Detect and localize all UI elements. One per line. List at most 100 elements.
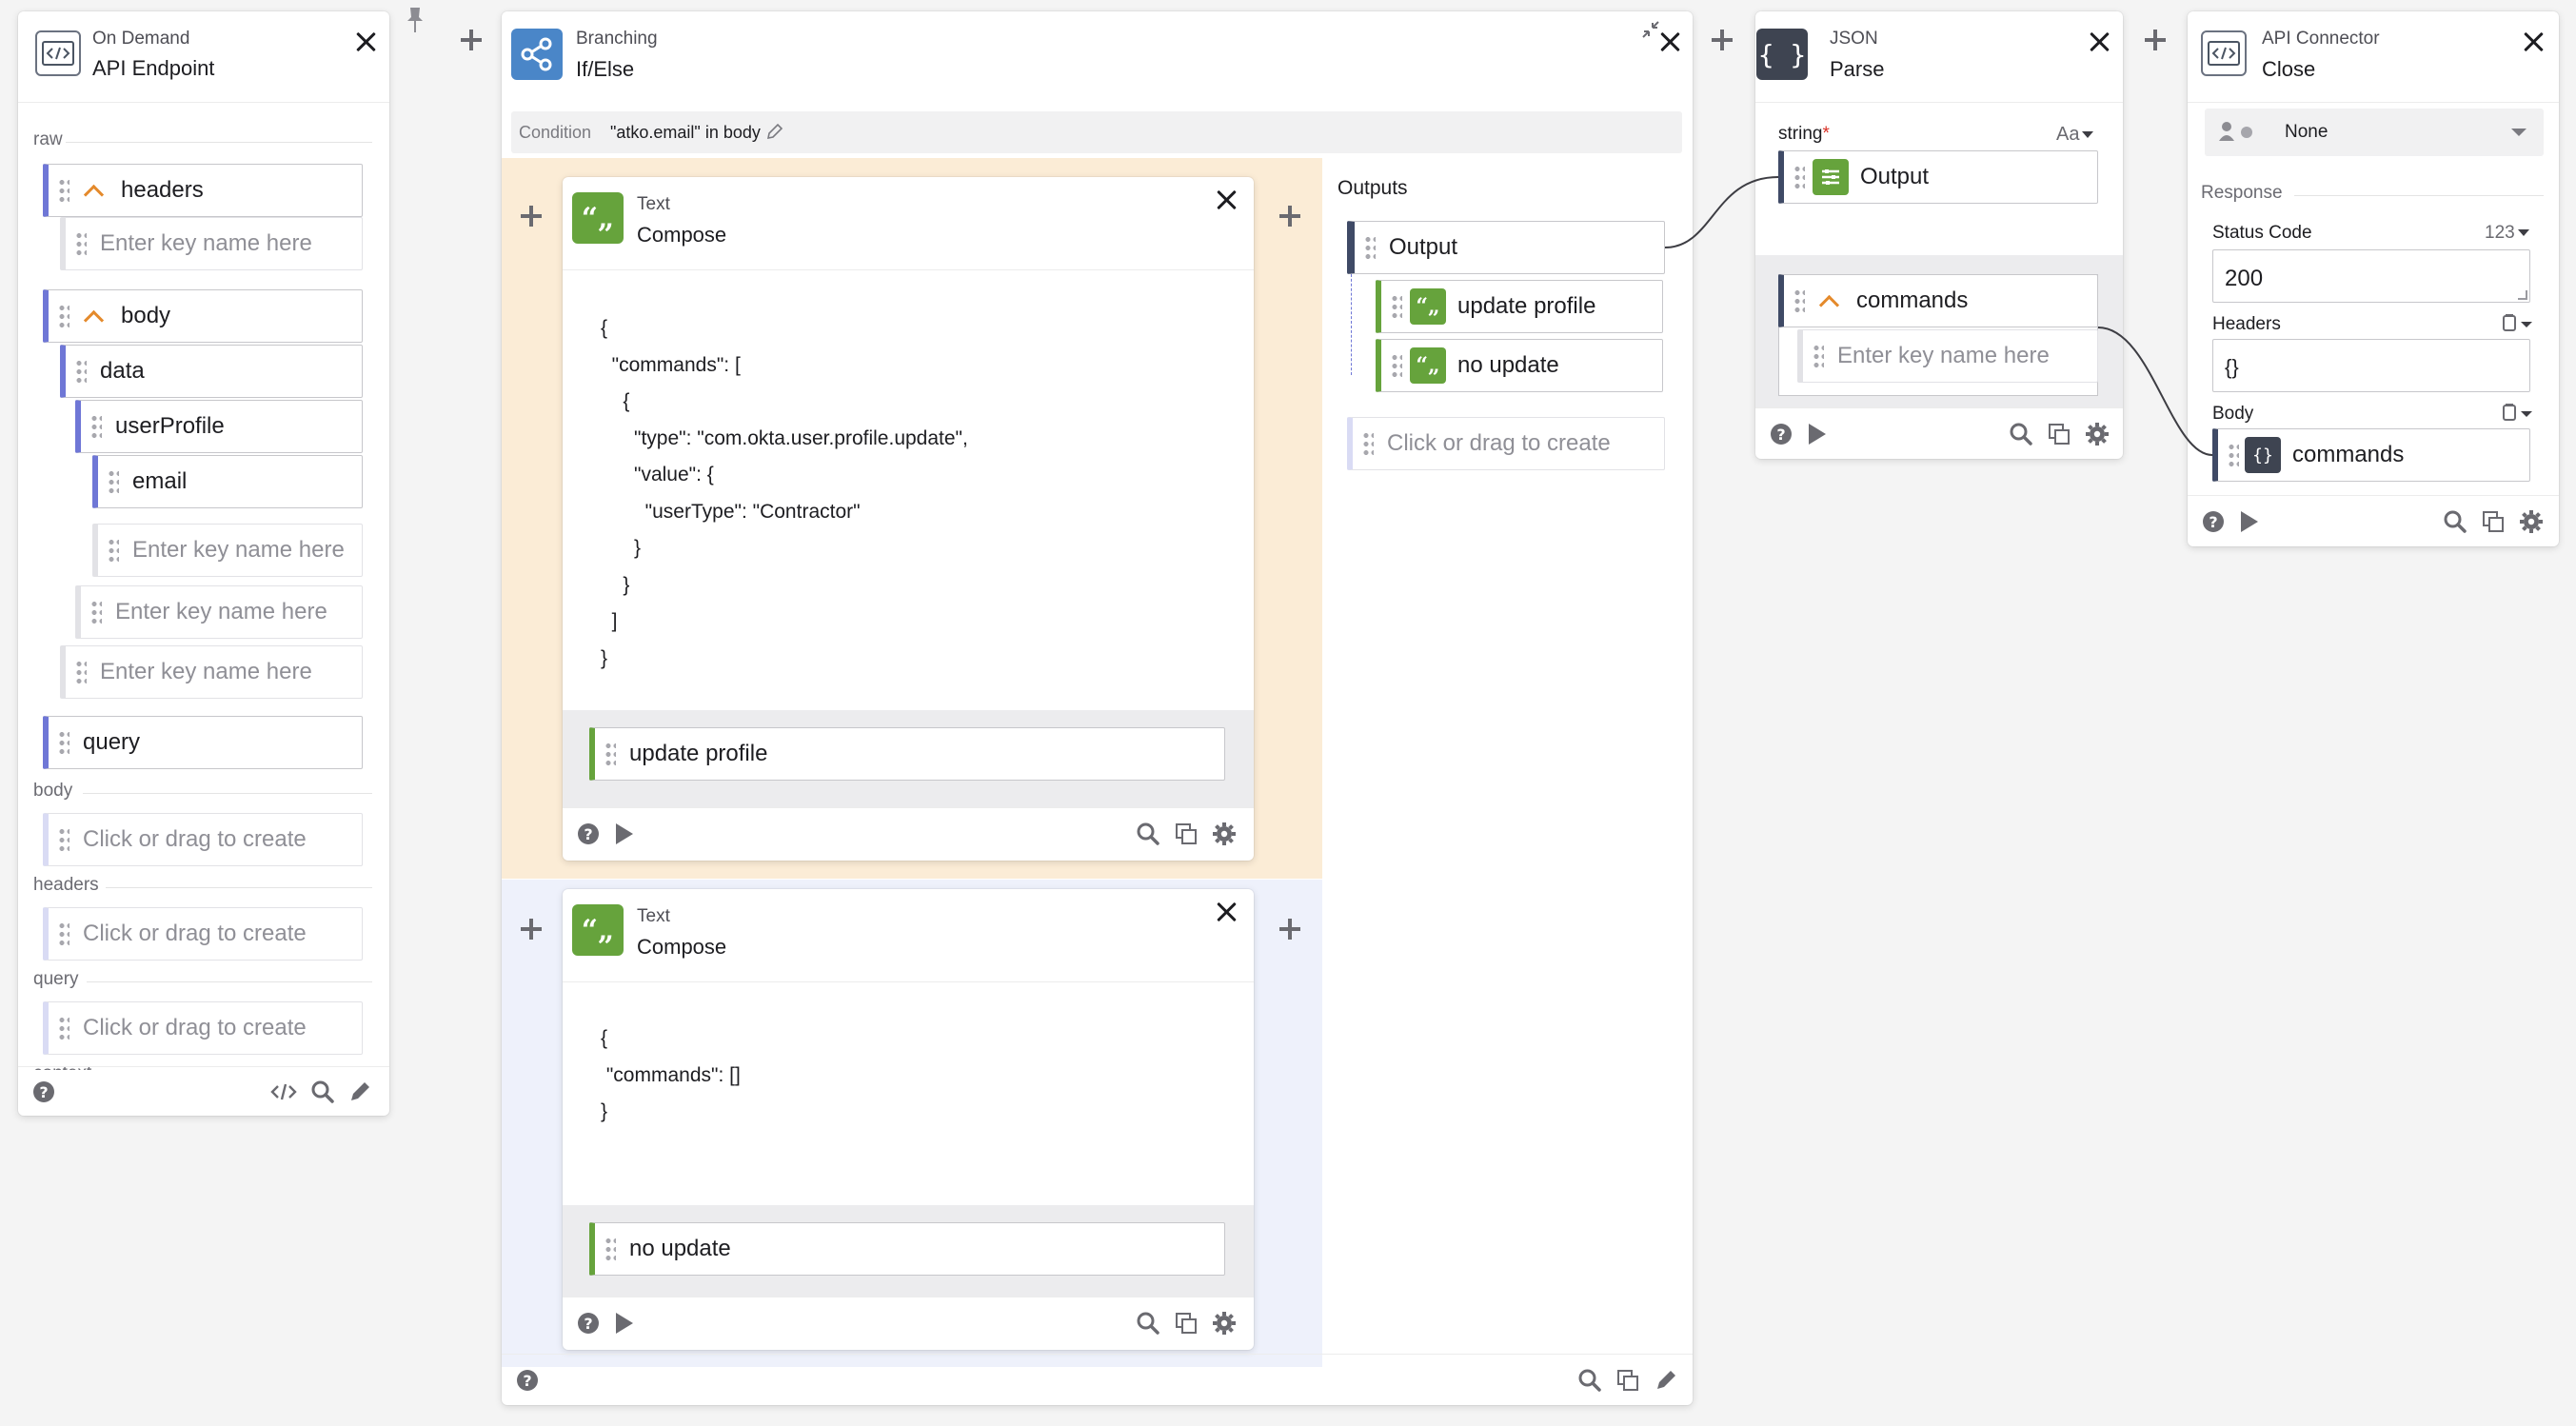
drag-handle-icon[interactable]	[90, 414, 102, 439]
status-type-toggle[interactable]: 123	[2485, 223, 2529, 244]
headers-input[interactable]: {}	[2212, 339, 2530, 392]
pin-icon[interactable]	[405, 6, 426, 34]
edit-icon[interactable]	[346, 1078, 374, 1106]
add-after-button[interactable]	[1279, 206, 1300, 227]
condition-bar[interactable]: Condition "atko.email" in body	[511, 111, 1682, 153]
drag-handle-icon[interactable]	[1813, 344, 1824, 368]
body-new-key-field[interactable]: Enter key name here	[60, 645, 363, 699]
email-field[interactable]: email	[92, 455, 363, 508]
no-update-output[interactable]: “„ no update	[1376, 339, 1663, 392]
connection-select[interactable]: None	[2205, 109, 2544, 156]
compose-output-field[interactable]: no update	[589, 1222, 1225, 1276]
drag-handle-icon[interactable]	[58, 304, 69, 328]
drag-handle-icon[interactable]	[58, 178, 69, 203]
body-field[interactable]: body	[43, 289, 363, 343]
data-field[interactable]: data	[60, 345, 363, 398]
body-input[interactable]: {} commands	[2212, 428, 2530, 482]
close-icon[interactable]	[1657, 29, 1684, 55]
help-icon[interactable]: ?	[2199, 507, 2228, 536]
body-create-field[interactable]: Click or drag to create	[43, 813, 363, 866]
collapse-caret-icon[interactable]	[83, 309, 104, 323]
data-new-key-field[interactable]: Enter key name here	[75, 585, 363, 639]
add-card-button[interactable]	[1712, 30, 1733, 50]
help-icon[interactable]: ?	[513, 1366, 542, 1395]
close-icon[interactable]	[1214, 187, 1240, 213]
gear-icon[interactable]	[1210, 820, 1238, 848]
commands-new-key-field[interactable]: Enter key name here	[1797, 329, 2098, 383]
pencil-icon[interactable]	[766, 123, 783, 145]
drag-handle-icon[interactable]	[108, 538, 119, 563]
copy-icon[interactable]	[2045, 420, 2073, 448]
compose-text-editor[interactable]: { "commands": []}	[601, 1020, 741, 1131]
search-icon[interactable]	[1134, 1309, 1162, 1337]
status-code-input[interactable]: 200	[2212, 249, 2530, 303]
play-icon[interactable]	[610, 1309, 639, 1337]
search-icon[interactable]	[308, 1078, 337, 1106]
userprofile-new-key-field[interactable]: Enter key name here	[92, 524, 363, 577]
resize-handle-icon[interactable]	[2518, 290, 2527, 300]
help-icon[interactable]: ?	[574, 820, 603, 848]
add-after-button[interactable]	[1279, 919, 1300, 940]
outputs-create-field[interactable]: Click or drag to create	[1347, 417, 1665, 470]
drag-handle-icon[interactable]	[1391, 294, 1402, 319]
drag-handle-icon[interactable]	[604, 742, 616, 766]
query-field[interactable]: query	[43, 716, 363, 769]
copy-icon[interactable]	[1614, 1366, 1642, 1395]
branch-output-field[interactable]: Output	[1347, 221, 1665, 274]
add-before-button[interactable]	[521, 206, 542, 227]
search-icon[interactable]	[1134, 820, 1162, 848]
drag-handle-icon[interactable]	[75, 359, 87, 384]
close-icon[interactable]	[2087, 29, 2113, 55]
drag-handle-icon[interactable]	[58, 827, 69, 852]
gear-icon[interactable]	[1210, 1309, 1238, 1337]
copy-icon[interactable]	[2479, 507, 2507, 536]
drag-handle-icon[interactable]	[75, 660, 87, 684]
drag-handle-icon[interactable]	[1793, 288, 1805, 313]
drag-handle-icon[interactable]	[1364, 235, 1376, 260]
gear-icon[interactable]	[2083, 420, 2111, 448]
collapse-caret-icon[interactable]	[83, 184, 104, 197]
commands-field[interactable]: commands	[1778, 274, 2098, 327]
close-icon[interactable]	[353, 29, 380, 55]
userprofile-field[interactable]: userProfile	[75, 400, 363, 453]
drag-handle-icon[interactable]	[108, 469, 119, 494]
query-create-field[interactable]: Click or drag to create	[43, 1001, 363, 1055]
close-icon[interactable]	[2521, 29, 2547, 55]
drag-handle-icon[interactable]	[2228, 443, 2239, 467]
headers-field[interactable]: headers	[43, 164, 363, 217]
search-icon[interactable]	[2007, 420, 2035, 448]
copy-icon[interactable]	[1172, 820, 1200, 848]
close-icon[interactable]	[1214, 899, 1240, 925]
format-toggle[interactable]: Aa	[2056, 124, 2094, 146]
compose-text-editor[interactable]: { "commands": [ { "type": "com.okta.user…	[601, 310, 968, 677]
headers-create-field[interactable]: Click or drag to create	[43, 907, 363, 961]
code-view-icon[interactable]	[269, 1078, 298, 1106]
compose-output-field[interactable]: update profile	[589, 727, 1225, 781]
play-icon[interactable]	[1803, 420, 1832, 448]
headers-new-key-field[interactable]: Enter key name here	[60, 217, 363, 270]
add-before-button[interactable]	[521, 919, 542, 940]
play-icon[interactable]	[2235, 507, 2264, 536]
headers-type-toggle[interactable]	[2502, 314, 2532, 338]
drag-handle-icon[interactable]	[1793, 165, 1805, 189]
add-card-button[interactable]	[2145, 30, 2166, 50]
copy-icon[interactable]	[1172, 1309, 1200, 1337]
gear-icon[interactable]	[2517, 507, 2546, 536]
update-profile-output[interactable]: “„ update profile	[1376, 280, 1663, 333]
search-icon[interactable]	[2441, 507, 2469, 536]
play-icon[interactable]	[610, 820, 639, 848]
drag-handle-icon[interactable]	[1391, 353, 1402, 378]
json-string-input[interactable]: Output	[1778, 150, 2098, 204]
drag-handle-icon[interactable]	[1362, 431, 1374, 456]
drag-handle-icon[interactable]	[75, 231, 87, 256]
add-card-button[interactable]	[461, 30, 482, 50]
collapse-caret-icon[interactable]	[1818, 294, 1839, 307]
edit-icon[interactable]	[1652, 1366, 1680, 1395]
drag-handle-icon[interactable]	[90, 600, 102, 624]
drag-handle-icon[interactable]	[58, 730, 69, 755]
help-icon[interactable]: ?	[574, 1309, 603, 1337]
drag-handle-icon[interactable]	[58, 921, 69, 946]
drag-handle-icon[interactable]	[604, 1237, 616, 1261]
help-icon[interactable]: ?	[1767, 420, 1795, 448]
drag-handle-icon[interactable]	[58, 1016, 69, 1040]
